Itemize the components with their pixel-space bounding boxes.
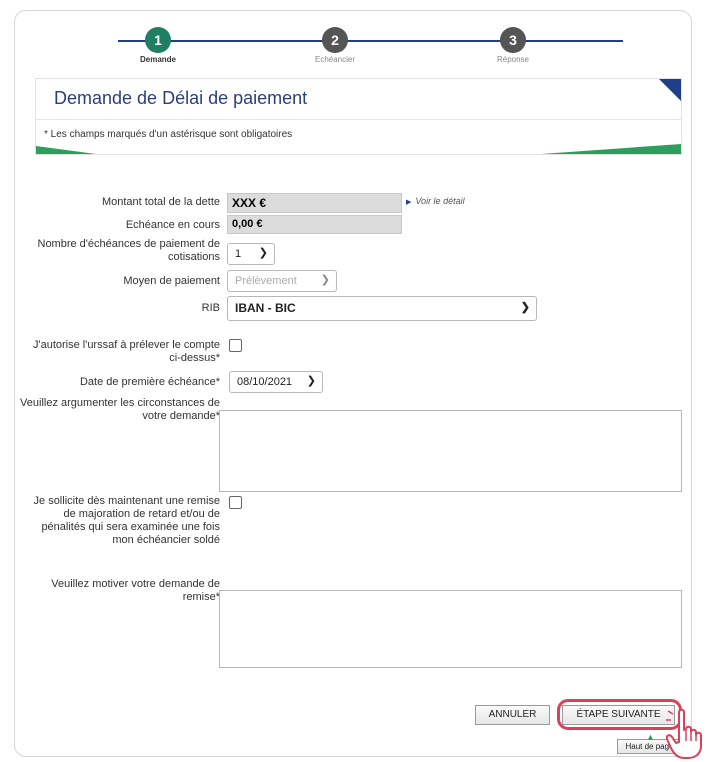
- corner-decoration: [659, 79, 681, 101]
- step-1-label: Demande: [139, 55, 176, 64]
- nombre-echeances-select[interactable]: 1 ❯: [227, 243, 275, 265]
- rib-select[interactable]: IBAN - BIC ❯: [227, 296, 537, 321]
- arrow-right-icon: ▶: [406, 199, 412, 206]
- autorise-label: J'autorise l'urssaf à prélever le compte…: [32, 339, 220, 364]
- nombre-label: Nombre d'échéances de paiement de cotisa…: [37, 238, 221, 263]
- echeance-value: 0,00 €: [227, 215, 402, 234]
- voir-detail-text: Voir le détail: [415, 196, 465, 206]
- chevron-down-icon: ❯: [320, 274, 330, 286]
- chevron-down-icon: ❯: [520, 300, 530, 313]
- highlight-ring: [557, 699, 682, 730]
- montant-value: XXX €: [227, 193, 402, 213]
- argumenter-textarea[interactable]: [219, 410, 682, 492]
- hand-pointer-icon: [665, 708, 702, 759]
- divider: [36, 119, 681, 120]
- sollicite-checkbox[interactable]: [229, 496, 242, 509]
- stepper-line: [118, 40, 623, 42]
- argumenter-label: Veuillez argumenter les circonstances de…: [20, 397, 220, 422]
- nombre-value: 1: [235, 248, 242, 260]
- chevron-down-icon: ❯: [306, 375, 316, 387]
- rib-label: RIB: [201, 302, 220, 314]
- corner-decoration: [541, 144, 681, 154]
- montant-label: Montant total de la dette: [101, 196, 220, 208]
- date-label: Date de première échéance*: [79, 376, 220, 388]
- motiver-textarea[interactable]: [219, 590, 682, 668]
- date-value: 08/10/2021: [237, 376, 293, 388]
- voir-detail-link[interactable]: ▶ Voir le détail: [406, 196, 465, 206]
- annuler-button[interactable]: ANNULER: [475, 705, 550, 725]
- motiver-label: Veuillez motiver votre demande de remise…: [51, 578, 220, 603]
- moyen-value: Prélèvement: [235, 275, 297, 287]
- step-3-circle: 3: [500, 27, 526, 53]
- moyen-label: Moyen de paiement: [123, 275, 220, 287]
- step-2-circle: 2: [322, 27, 348, 53]
- echeance-label: Echéance en cours: [125, 219, 220, 231]
- corner-decoration: [36, 146, 96, 154]
- date-echeance-select[interactable]: 08/10/2021 ❯: [229, 371, 323, 393]
- page-title: Demande de Délai de paiement: [54, 88, 308, 108]
- sollicite-label: Je sollicite dès maintenant une remise d…: [33, 495, 220, 546]
- rib-value: IBAN - BIC: [235, 301, 296, 315]
- step-2-label: Echéancier: [314, 55, 356, 64]
- step-1-circle: 1: [145, 27, 171, 53]
- autorise-checkbox[interactable]: [229, 339, 242, 352]
- arrow-up-icon: ▲: [646, 732, 655, 742]
- step-3-label: Réponse: [496, 55, 530, 64]
- required-fields-note: * Les champs marqués d'un astérisque son…: [44, 129, 293, 140]
- moyen-paiement-select[interactable]: Prélèvement ❯: [227, 270, 337, 292]
- chevron-down-icon: ❯: [258, 247, 268, 259]
- page-header-card: Demande de Délai de paiement * Les champ…: [35, 78, 682, 155]
